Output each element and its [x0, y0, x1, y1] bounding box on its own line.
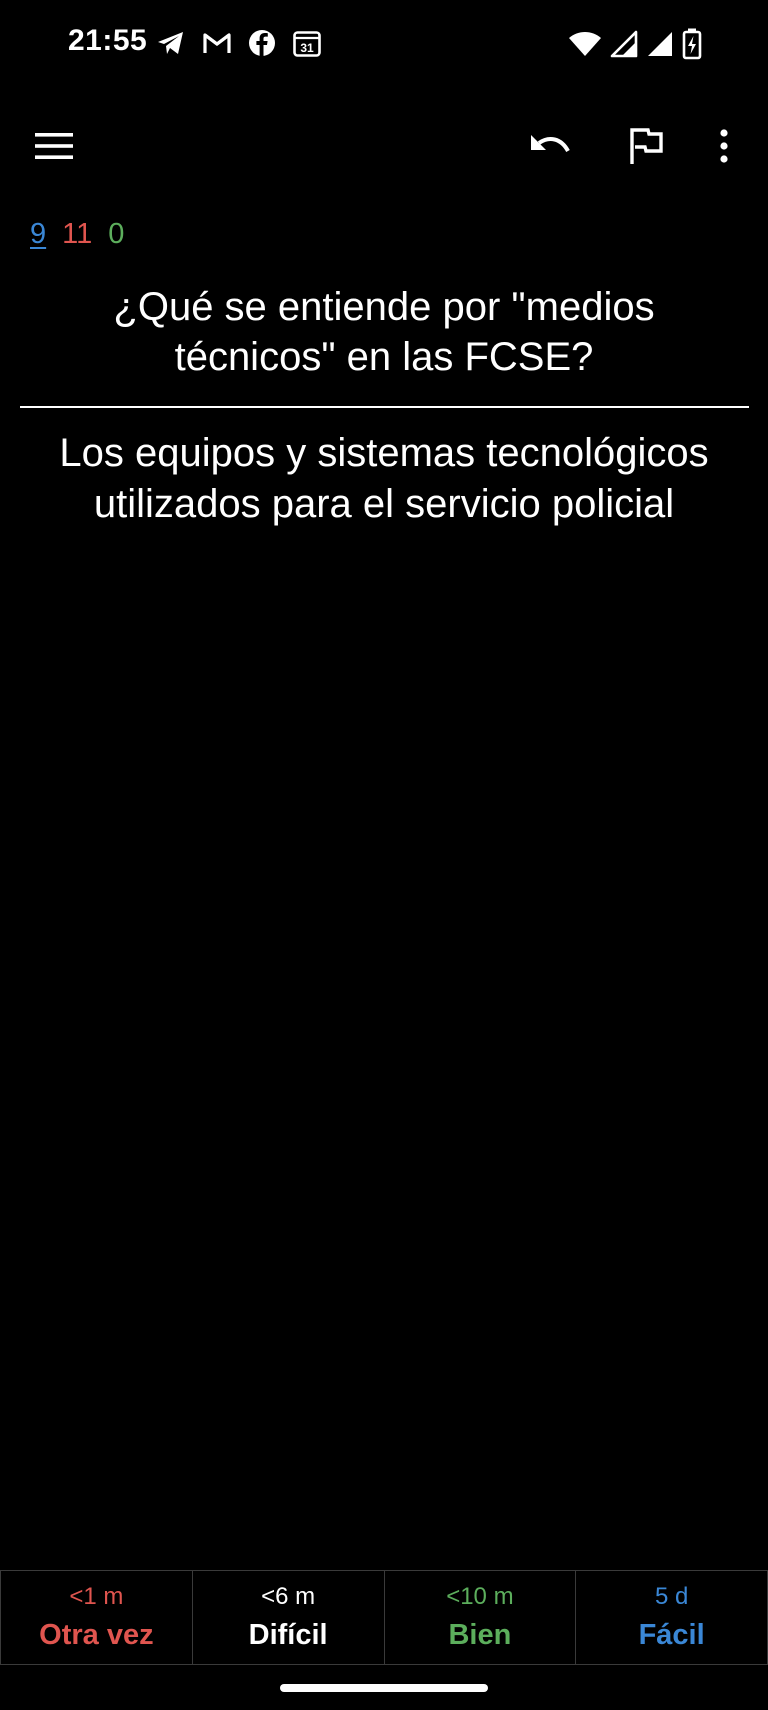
ease-interval: <10 m — [446, 1582, 514, 1610]
learning-count: 11 — [62, 218, 93, 250]
more-vert-icon — [719, 128, 729, 168]
flag-button[interactable] — [616, 118, 676, 178]
hard-button[interactable]: <6 m Difícil — [192, 1571, 385, 1665]
undo-button[interactable] — [520, 118, 580, 178]
status-bar: 21:55 31 — [0, 0, 768, 90]
calendar-day: 31 — [300, 41, 314, 55]
undo-icon — [529, 132, 571, 165]
easy-button[interactable]: 5 d Fácil — [576, 1571, 768, 1665]
ease-label: Fácil — [638, 1618, 705, 1651]
answer-ease-bar: <1 m Otra vez <6 m Difícil <10 m Bien 5 … — [0, 1570, 768, 1665]
wifi-icon — [568, 30, 602, 58]
gmail-icon — [202, 31, 232, 55]
system-icons — [568, 28, 702, 60]
notification-icons: 31 — [156, 28, 322, 58]
more-options-button[interactable] — [694, 118, 754, 178]
answer-divider — [20, 406, 749, 408]
again-button[interactable]: <1 m Otra vez — [0, 1571, 193, 1665]
ease-interval: 5 d — [654, 1582, 689, 1610]
signal-icon — [610, 30, 638, 58]
ease-label: Difícil — [248, 1618, 328, 1651]
ease-label: Bien — [448, 1618, 512, 1651]
reviewer-toolbar — [0, 110, 768, 186]
telegram-icon — [156, 29, 186, 57]
ease-interval: <1 m — [69, 1582, 124, 1610]
ease-interval: <6 m — [261, 1582, 316, 1610]
new-count: 9 — [30, 218, 47, 250]
ease-label: Otra vez — [39, 1618, 154, 1651]
facebook-icon — [248, 29, 276, 57]
calendar-icon: 31 — [292, 28, 322, 58]
gesture-nav-bar[interactable] — [280, 1684, 488, 1692]
card-question: ¿Qué se entiende por "medios técnicos" e… — [113, 285, 655, 379]
status-time: 21:55 — [68, 24, 148, 57]
menu-icon — [35, 132, 73, 165]
signal-icon — [646, 30, 674, 58]
menu-button[interactable] — [24, 118, 84, 178]
good-button[interactable]: <10 m Bien — [384, 1571, 577, 1665]
card-counts: 9 11 0 — [30, 218, 124, 251]
battery-charging-icon — [682, 28, 702, 60]
flag-icon — [628, 127, 664, 170]
card-answer: Los equipos y sistemas tecnológicos util… — [59, 431, 709, 526]
review-count: 0 — [108, 218, 125, 250]
